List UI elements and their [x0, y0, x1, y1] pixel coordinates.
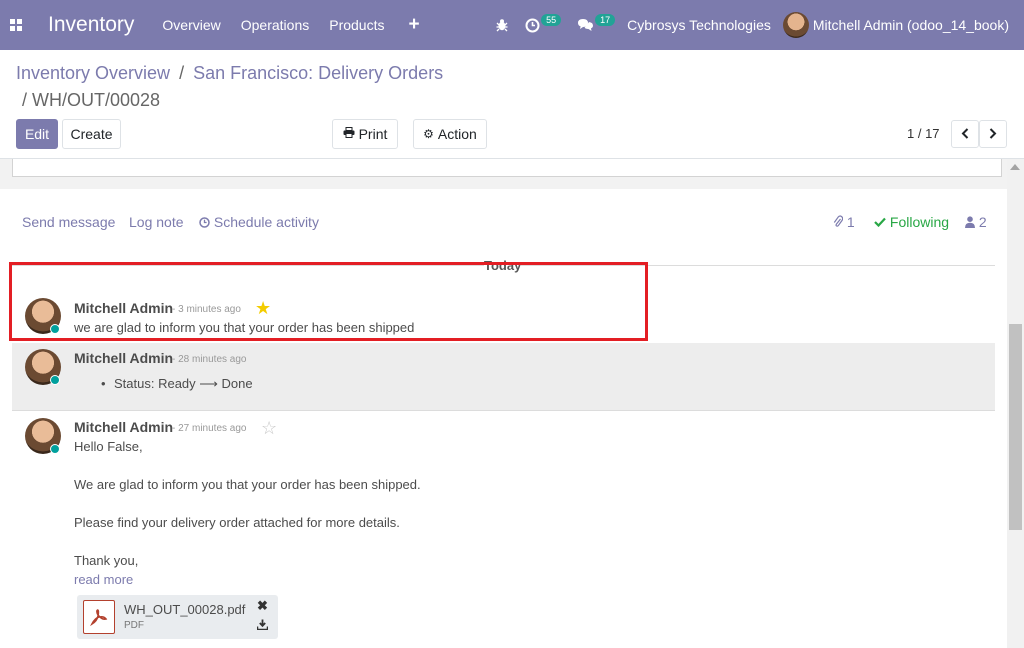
app-name[interactable]: Inventory [48, 13, 134, 37]
online-status-dot [50, 375, 60, 385]
breadcrumb: Inventory Overview / San Francisco: Deli… [16, 61, 443, 85]
gear-icon: ⚙ [423, 127, 434, 141]
message-author[interactable]: Mitchell Admin [74, 300, 173, 316]
attachment-count: 1 [846, 214, 855, 230]
message-line: We are glad to inform you that your orde… [74, 477, 421, 492]
tracking-bullet: • [101, 376, 106, 391]
tracking-new-value: Done [221, 376, 253, 391]
attachments-button[interactable]: 1 [833, 214, 855, 230]
tracking-old-value: Status: Ready [114, 376, 196, 391]
menu-operations[interactable]: Operations [241, 17, 309, 33]
activity-clock-icon[interactable]: 55 [525, 14, 562, 33]
breadcrumb-inventory-overview[interactable]: Inventory Overview [16, 63, 170, 83]
attachment-type: PDF [124, 620, 144, 631]
close-icon[interactable]: ✖ [257, 598, 268, 614]
log-note-button[interactable]: Log note [129, 214, 184, 230]
message-date: - 28 minutes ago [172, 354, 247, 365]
online-status-dot [50, 324, 60, 334]
message-line: Thank you, [74, 553, 139, 568]
read-more-link[interactable]: read more [74, 572, 133, 587]
print-label: Print [358, 126, 388, 142]
print-icon [343, 127, 355, 141]
edit-button[interactable]: Edit [16, 119, 58, 149]
message-date: - 3 minutes ago [172, 304, 241, 315]
message-body: we are glad to inform you that your orde… [74, 320, 415, 335]
breadcrumb-current-record: WH/OUT/00028 [32, 90, 161, 110]
message-count-badge: 17 [595, 14, 616, 26]
messages-icon[interactable]: 17 [577, 14, 616, 32]
print-button[interactable]: Print [332, 119, 398, 149]
plus-icon[interactable]: + [408, 14, 419, 36]
scroll-up-arrow-icon[interactable] [1010, 164, 1020, 170]
follower-count: 2 [978, 214, 987, 230]
menu-overview[interactable]: Overview [162, 17, 220, 33]
user-name: Mitchell Admin (odoo_14_book) [812, 17, 1009, 33]
action-button[interactable]: ⚙ Action [413, 119, 487, 149]
tracking-value: Status: Ready ⟶ Done [114, 376, 253, 392]
pager-value[interactable]: 1 / 17 [907, 126, 940, 141]
pdf-icon [83, 600, 115, 634]
breadcrumb-separator: / [22, 90, 28, 110]
bug-icon[interactable] [495, 18, 509, 32]
message-author[interactable]: Mitchell Admin [74, 350, 173, 366]
download-icon[interactable] [256, 619, 269, 633]
online-status-dot [50, 444, 60, 454]
form-sheet-bottom [12, 159, 1002, 177]
user-avatar [782, 12, 809, 38]
followers-button[interactable]: 2 [965, 214, 987, 230]
attachment-name: WH_OUT_00028.pdf [124, 602, 246, 617]
message-line: Hello False, [74, 439, 143, 454]
paperclip-icon [833, 214, 847, 230]
user-menu[interactable]: Mitchell Admin (odoo_14_book) [782, 12, 1009, 38]
pager-next-button[interactable] [979, 120, 1007, 148]
scrollbar-thumb[interactable] [1009, 324, 1022, 530]
message-line: Please find your delivery order attached… [74, 515, 400, 530]
menu-products[interactable]: Products [329, 17, 384, 33]
user-icon [965, 214, 979, 230]
pager-previous-button[interactable] [951, 120, 979, 148]
star-filled-icon[interactable]: ★ [255, 299, 271, 317]
activity-count-badge: 55 [541, 14, 562, 26]
attachment-card[interactable]: WH_OUT_00028.pdf PDF ✖ [77, 595, 278, 639]
chevron-left-icon [961, 127, 969, 142]
apps-menu-icon[interactable] [0, 0, 32, 50]
arrow-right-icon: ⟶ [199, 376, 218, 391]
create-button[interactable]: Create [62, 119, 121, 149]
date-separator-label: Today [484, 258, 522, 273]
clock-icon [199, 214, 214, 230]
message-date: - 27 minutes ago [172, 423, 247, 434]
following-label: Following [889, 214, 950, 230]
action-label: Action [437, 126, 477, 142]
message-author[interactable]: Mitchell Admin [74, 419, 173, 435]
following-toggle[interactable]: Following [874, 214, 949, 230]
breadcrumb-separator: / [179, 63, 185, 83]
schedule-activity-label: Schedule activity [213, 214, 319, 230]
star-outline-icon[interactable]: ☆ [261, 419, 277, 437]
schedule-activity-button[interactable]: Schedule activity [199, 214, 319, 230]
check-icon [874, 214, 890, 230]
breadcrumb-current: / WH/OUT/00028 [22, 88, 160, 112]
chevron-right-icon [989, 127, 997, 142]
top-navbar: Inventory Overview Operations Products +… [0, 0, 1024, 50]
navbar-systray: 55 17 Cybrosys Technologies Mitchell Adm… [487, 0, 1024, 50]
send-message-button[interactable]: Send message [22, 214, 115, 230]
company-switcher[interactable]: Cybrosys Technologies [627, 17, 771, 33]
breadcrumb-delivery-orders[interactable]: San Francisco: Delivery Orders [193, 63, 443, 83]
